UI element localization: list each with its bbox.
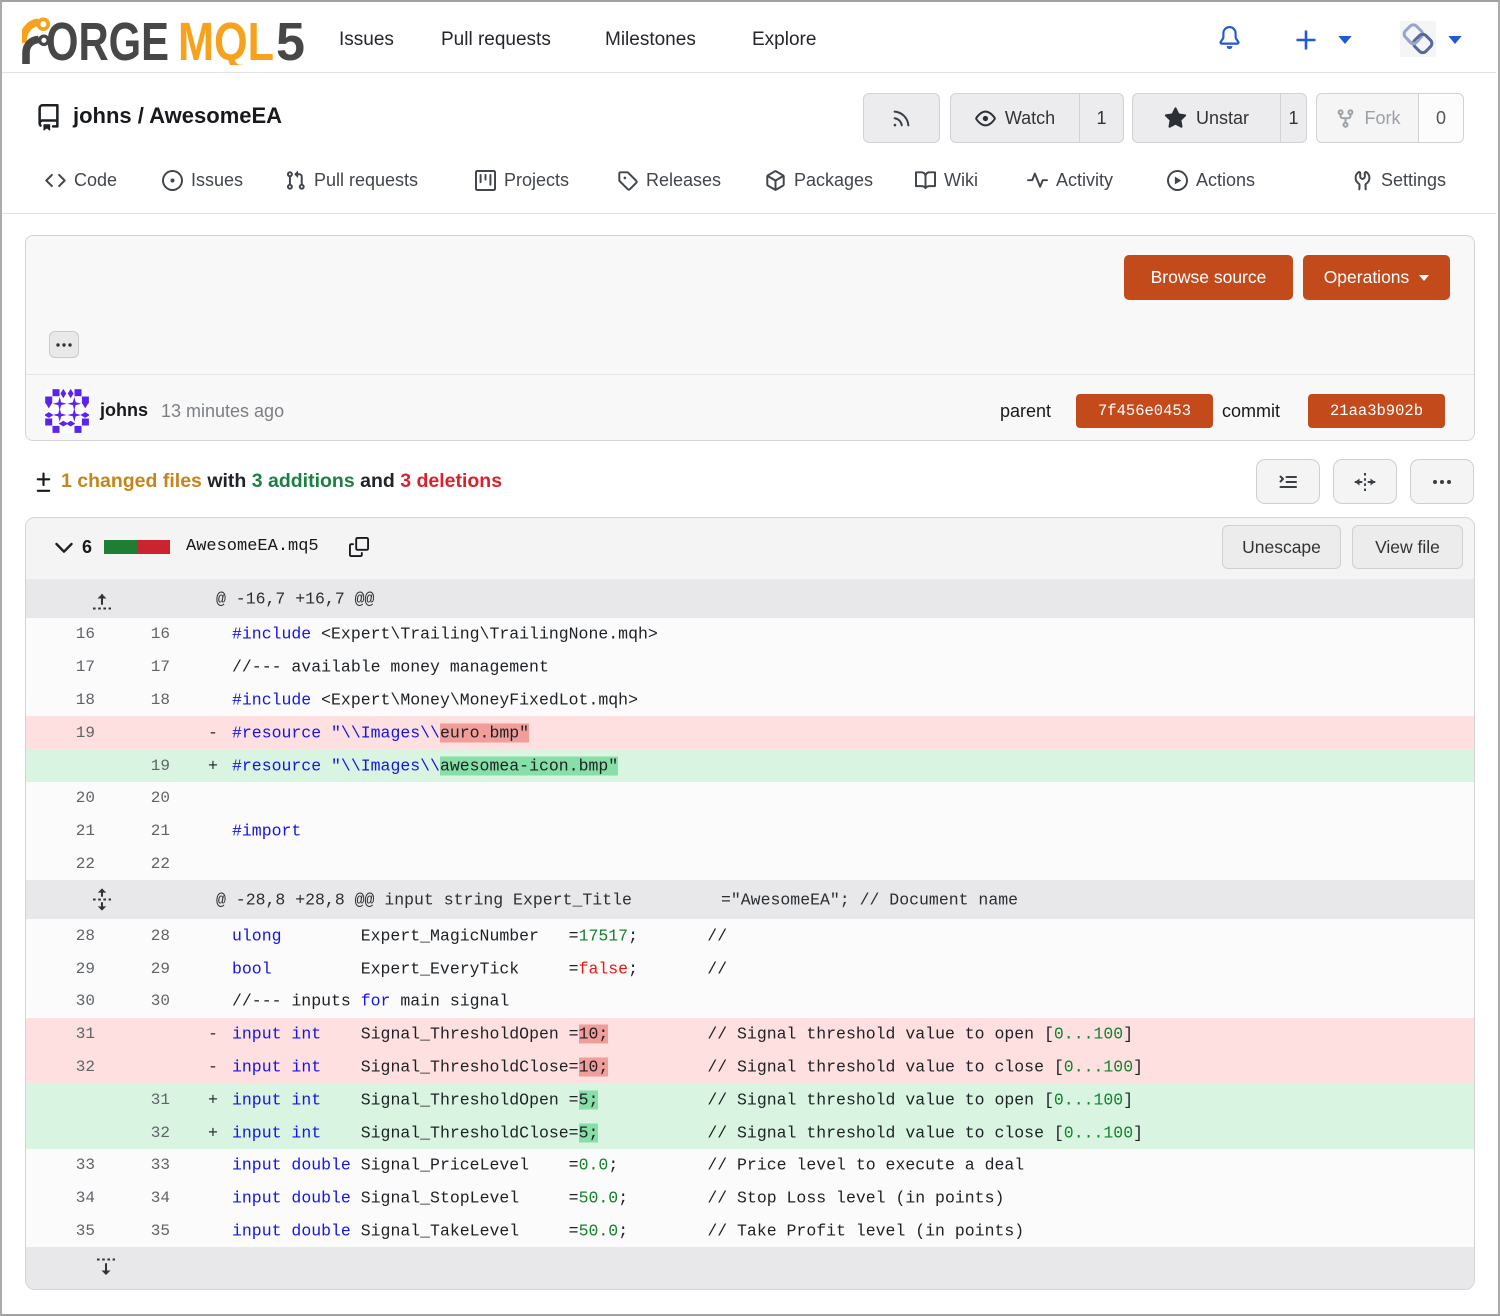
svg-text:MQL: MQL bbox=[178, 13, 274, 65]
svg-text:5: 5 bbox=[276, 13, 305, 65]
svg-text:ORGE: ORGE bbox=[46, 13, 169, 65]
